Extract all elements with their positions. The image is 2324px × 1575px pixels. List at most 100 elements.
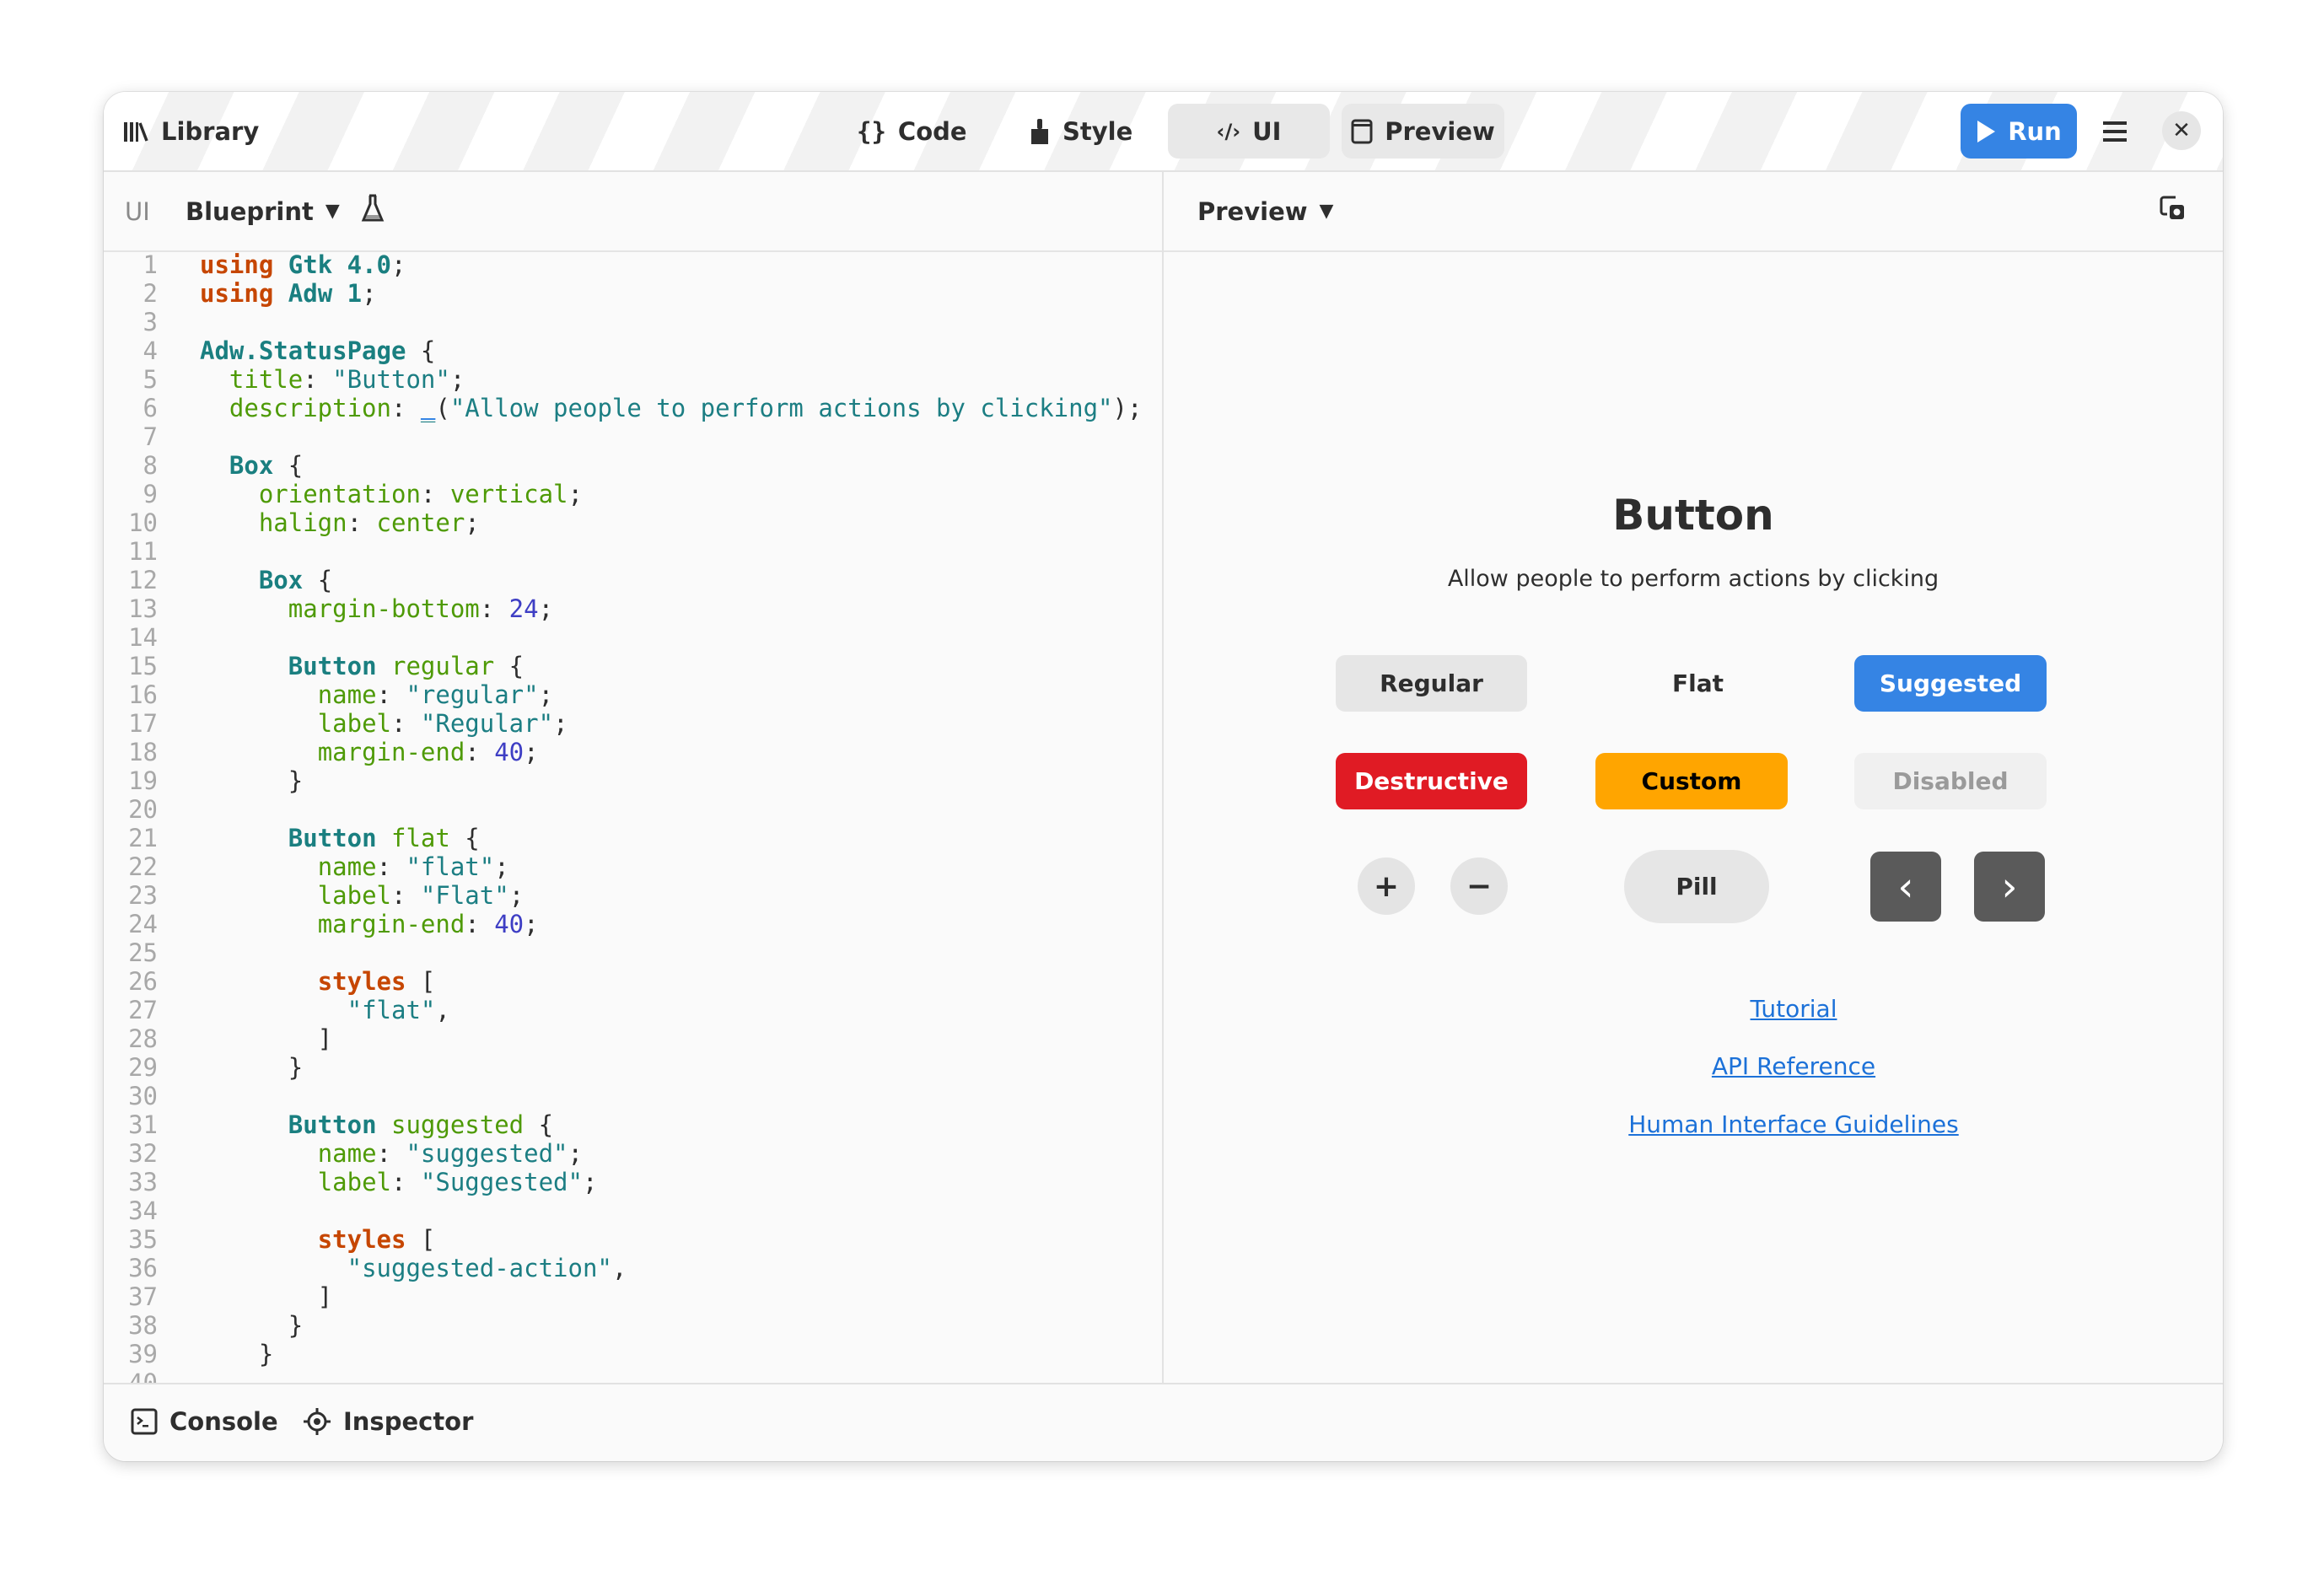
line-number: 33 bbox=[128, 1168, 158, 1196]
destructive-button[interactable]: Destructive bbox=[1336, 753, 1527, 809]
run-button[interactable]: Run bbox=[1961, 104, 2077, 159]
token-type-name: Box bbox=[229, 451, 274, 480]
token-punctuation: [ bbox=[406, 1225, 436, 1254]
screenshot-icon bbox=[2160, 196, 2184, 219]
preview-mode-dropdown[interactable]: Preview ▼ bbox=[1197, 197, 1333, 226]
library-button[interactable]: Library bbox=[122, 104, 259, 159]
code-line[interactable]: 11 bbox=[104, 537, 1162, 566]
tab-ui[interactable]: ‹/› UI bbox=[1168, 104, 1330, 159]
code-line[interactable]: 32 name: "suggested"; bbox=[104, 1139, 1162, 1168]
token-punctuation: [ bbox=[406, 967, 436, 996]
token-punctuation: ; bbox=[362, 279, 377, 308]
code-line[interactable]: 26 styles [ bbox=[104, 967, 1162, 996]
tab-code[interactable]: {} Code bbox=[857, 104, 967, 159]
token-type-name: Adw.StatusPage bbox=[200, 336, 406, 365]
status-page-description: Allow people to perform actions by click… bbox=[1447, 566, 1939, 592]
token-punctuation bbox=[200, 709, 318, 738]
code-line[interactable]: 2 using Adw 1; bbox=[104, 279, 1162, 308]
code-line[interactable]: 34 bbox=[104, 1196, 1162, 1225]
token-punctuation: { bbox=[494, 652, 525, 680]
token-punctuation: , bbox=[611, 1254, 627, 1282]
code-line[interactable]: 30 bbox=[104, 1082, 1162, 1110]
code-text: using Adw 1; bbox=[200, 279, 377, 308]
code-line[interactable]: 16 name: "regular"; bbox=[104, 680, 1162, 709]
code-line[interactable]: 36 "suggested-action", bbox=[104, 1254, 1162, 1282]
code-line[interactable]: 8 Box { bbox=[104, 451, 1162, 480]
next-button[interactable]: › bbox=[1974, 852, 2045, 922]
code-line[interactable]: 5 title: "Button"; bbox=[104, 365, 1162, 394]
token-property: margin-end bbox=[317, 738, 465, 766]
code-line[interactable]: 13 margin-bottom: 24; bbox=[104, 594, 1162, 623]
token-punctuation: : bbox=[347, 508, 377, 537]
screenshot-button[interactable] bbox=[2159, 195, 2186, 228]
code-line[interactable]: 17 label: "Regular"; bbox=[104, 709, 1162, 738]
token-punctuation bbox=[200, 566, 259, 594]
code-line[interactable]: 4 Adw.StatusPage { bbox=[104, 336, 1162, 365]
code-line[interactable]: 14 bbox=[104, 623, 1162, 652]
line-number: 25 bbox=[128, 938, 158, 967]
code-editor[interactable]: 1 using Gtk 4.0; 2 using Adw 1; 3 4 Adw.Status… bbox=[104, 250, 1162, 1383]
code-line[interactable]: 24 margin-end: 40; bbox=[104, 910, 1162, 938]
code-text: name: "flat"; bbox=[200, 852, 509, 881]
code-line[interactable]: 23 label: "Flat"; bbox=[104, 881, 1162, 910]
token-punctuation: } bbox=[200, 1311, 304, 1340]
line-number: 26 bbox=[128, 967, 158, 996]
code-line[interactable]: 25 bbox=[104, 938, 1162, 967]
inspector-button[interactable]: Inspector bbox=[303, 1407, 473, 1436]
token-property: label bbox=[317, 709, 391, 738]
console-button[interactable]: Console bbox=[131, 1407, 278, 1436]
line-number: 9 bbox=[143, 480, 158, 508]
code-line[interactable]: 7 bbox=[104, 422, 1162, 451]
token-punctuation: : bbox=[465, 738, 495, 766]
code-line[interactable]: 21 Button flat { bbox=[104, 824, 1162, 852]
token-string: "Flat" bbox=[420, 881, 509, 910]
main-menu-button[interactable] bbox=[2101, 117, 2129, 146]
suggested-button[interactable]: Suggested bbox=[1854, 655, 2047, 712]
token-punctuation bbox=[200, 881, 318, 910]
code-line[interactable]: 28 ] bbox=[104, 1024, 1162, 1053]
previous-button[interactable]: ‹ bbox=[1870, 852, 1941, 922]
code-line[interactable]: 1 using Gtk 4.0; bbox=[104, 250, 1162, 279]
code-line[interactable]: 10 halign: center; bbox=[104, 508, 1162, 537]
line-number: 5 bbox=[143, 365, 158, 394]
code-line[interactable]: 40 bbox=[104, 1368, 1162, 1383]
flat-button[interactable]: Flat bbox=[1602, 655, 1794, 712]
pill-button[interactable]: Pill bbox=[1624, 850, 1769, 923]
code-line[interactable]: 37 ] bbox=[104, 1282, 1162, 1311]
hamburger-icon bbox=[2103, 121, 2127, 142]
code-line[interactable]: 31 Button suggested { bbox=[104, 1110, 1162, 1139]
token-punctuation: : bbox=[376, 680, 406, 709]
tab-style-label: Style bbox=[1062, 116, 1133, 146]
minus-button[interactable]: − bbox=[1450, 857, 1508, 915]
line-number: 16 bbox=[128, 680, 158, 709]
code-text: Adw.StatusPage { bbox=[200, 336, 435, 365]
code-line[interactable]: 39 } bbox=[104, 1340, 1162, 1368]
regular-button[interactable]: Regular bbox=[1336, 655, 1527, 712]
token-punctuation: ; bbox=[568, 480, 583, 508]
code-line[interactable]: 15 Button regular { bbox=[104, 652, 1162, 680]
code-line[interactable]: 19 } bbox=[104, 766, 1162, 795]
code-line[interactable]: 6 description: _("Allow people to perfor… bbox=[104, 394, 1162, 422]
code-line[interactable]: 22 name: "flat"; bbox=[104, 852, 1162, 881]
code-line[interactable]: 27 "flat", bbox=[104, 996, 1162, 1024]
hig-link[interactable]: Human Interface Guidelines bbox=[1498, 1110, 2089, 1138]
code-line[interactable]: 20 bbox=[104, 795, 1162, 824]
code-line[interactable]: 9 orientation: vertical; bbox=[104, 480, 1162, 508]
plus-button[interactable]: + bbox=[1358, 857, 1415, 915]
code-line[interactable]: 38 } bbox=[104, 1311, 1162, 1340]
api-reference-link[interactable]: API Reference bbox=[1498, 1052, 2089, 1080]
tutorial-link[interactable]: Tutorial bbox=[1498, 995, 2089, 1023]
code-line[interactable]: 35 styles [ bbox=[104, 1225, 1162, 1254]
tab-preview[interactable]: Preview bbox=[1342, 104, 1504, 159]
language-dropdown[interactable]: Blueprint ▼ bbox=[186, 197, 340, 226]
close-button[interactable]: ✕ bbox=[2162, 111, 2201, 150]
code-line[interactable]: 3 bbox=[104, 308, 1162, 336]
code-line[interactable]: 18 margin-end: 40; bbox=[104, 738, 1162, 766]
code-line[interactable]: 29 } bbox=[104, 1053, 1162, 1082]
code-line[interactable]: 12 Box { bbox=[104, 566, 1162, 594]
custom-button[interactable]: Custom bbox=[1595, 753, 1788, 809]
tab-style[interactable]: Style bbox=[1029, 104, 1132, 159]
code-line[interactable]: 33 label: "Suggested"; bbox=[104, 1168, 1162, 1196]
flask-button[interactable] bbox=[361, 193, 385, 229]
token-string: "flat" bbox=[406, 852, 495, 881]
